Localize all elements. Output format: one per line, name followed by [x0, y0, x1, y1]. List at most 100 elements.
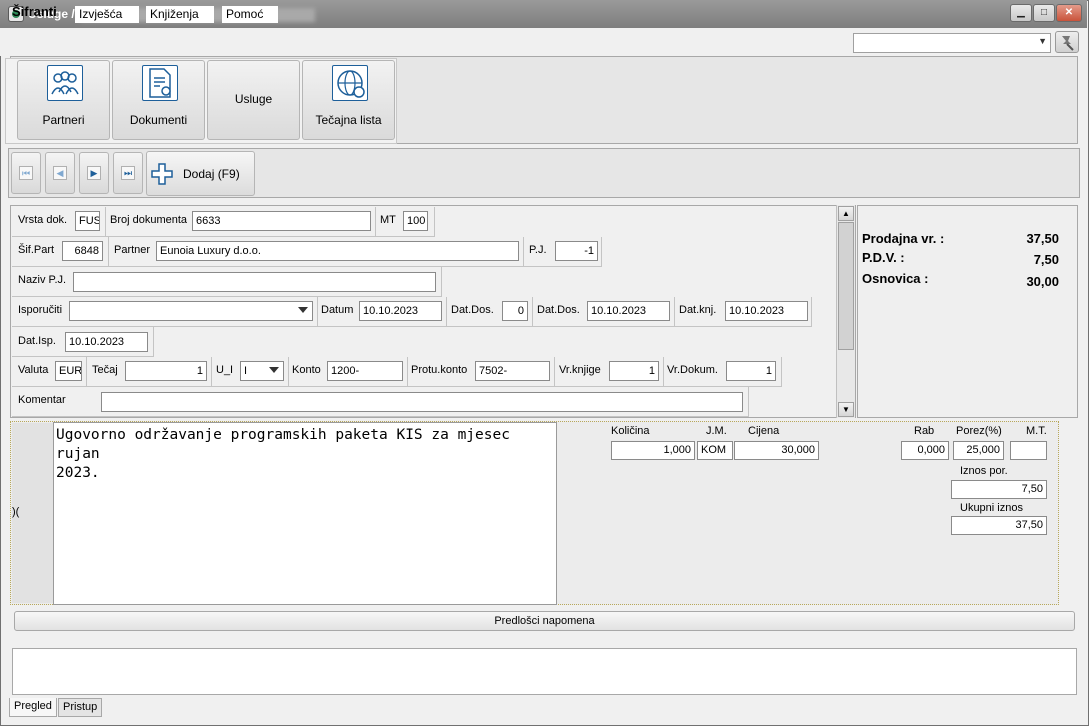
- broj-dokumenta-field[interactable]: 6633: [192, 211, 371, 231]
- usluge-button[interactable]: Usluge: [207, 60, 300, 140]
- osnovica-value: 30,00: [1026, 274, 1059, 289]
- naziv-pj-field[interactable]: [73, 272, 436, 292]
- datum-label: Datum: [321, 304, 354, 316]
- partneri-button[interactable]: Partneri: [17, 60, 110, 140]
- komentar-label: Komentar: [18, 394, 66, 406]
- osnovica-label: Osnovica :: [862, 271, 929, 286]
- protu-konto-label: Protu.konto: [411, 364, 468, 376]
- vr-knjige-label: Vr.knjige: [559, 364, 601, 376]
- vr-dokum-label: Vr.Dokum.: [667, 364, 718, 376]
- pj-field[interactable]: -1: [555, 241, 598, 261]
- jm-field[interactable]: KOM: [697, 441, 733, 460]
- vrsta-dok-label: Vrsta dok.: [18, 214, 68, 226]
- menu-knjizenja[interactable]: Knjiženja: [146, 6, 214, 23]
- dat-isp-label: Dat.Isp.: [18, 335, 56, 347]
- previous-record-button[interactable]: ◀: [45, 152, 75, 194]
- kolicina-header: Količina: [611, 425, 650, 437]
- divider: [407, 357, 408, 387]
- pin-icon: [1062, 36, 1074, 51]
- tecaj-field[interactable]: 1: [125, 361, 207, 381]
- chevron-down-icon: ▼: [1038, 36, 1047, 46]
- maximize-button[interactable]: □: [1033, 4, 1055, 22]
- konto-label: Konto: [292, 364, 321, 376]
- partneri-label: Partneri: [42, 113, 85, 127]
- u-i-dropdown[interactable]: I: [240, 361, 284, 381]
- add-button[interactable]: Dodaj (F9): [146, 151, 255, 196]
- first-icon: ⏮: [19, 166, 33, 180]
- isporuciti-label: Isporučiti: [18, 304, 63, 316]
- divider: [105, 207, 106, 237]
- tecajna-lista-button[interactable]: Tečajna lista: [302, 60, 395, 140]
- predlosci-napomena-button[interactable]: Predlošci napomena: [14, 611, 1075, 631]
- divider: [663, 357, 664, 387]
- tab-pregled[interactable]: Pregled: [9, 698, 57, 717]
- form-scrollbar[interactable]: ▲ ▼: [836, 205, 855, 418]
- dokumenti-button[interactable]: Dokumenti: [112, 60, 205, 140]
- prodajna-label: Prodajna vr. :: [862, 231, 945, 246]
- valuta-field[interactable]: EUR: [55, 361, 82, 381]
- mt-item-field[interactable]: [1010, 441, 1047, 460]
- iznos-por-field: 7,50: [951, 480, 1047, 499]
- scroll-thumb[interactable]: [838, 222, 854, 350]
- search-dropdown[interactable]: ▼: [853, 33, 1051, 53]
- next-record-button[interactable]: ▶: [79, 152, 109, 194]
- divider: [288, 357, 289, 387]
- dat-knj-field[interactable]: 10.10.2023: [725, 301, 808, 321]
- gutter-marker: )(: [12, 506, 20, 518]
- add-button-label: Dodaj (F9): [183, 167, 240, 181]
- previous-icon: ◀: [53, 166, 67, 180]
- kolicina-field[interactable]: 1,000: [611, 441, 695, 460]
- close-button[interactable]: ✕: [1056, 4, 1082, 22]
- datum-field[interactable]: 10.10.2023: [359, 301, 442, 321]
- sif-part-label: Šif.Part: [18, 244, 55, 256]
- protu-konto-field[interactable]: 7502-: [475, 361, 550, 381]
- last-record-button[interactable]: ⏭: [113, 152, 143, 194]
- broj-dok-label: Broj dokumenta: [110, 214, 188, 226]
- chevron-down-icon: [269, 367, 279, 373]
- scroll-down-icon[interactable]: ▼: [838, 402, 854, 417]
- tecaj-label: Tečaj: [92, 364, 118, 376]
- menu-izvjesca[interactable]: Izvješća: [75, 6, 139, 23]
- vrsta-dok-field[interactable]: FUS: [75, 211, 100, 231]
- first-record-button[interactable]: ⏮: [11, 152, 41, 194]
- tecajna-lista-label: Tečajna lista: [315, 113, 382, 127]
- dat-knj-label: Dat.knj.: [679, 304, 717, 316]
- rab-field[interactable]: 0,000: [901, 441, 949, 460]
- sif-part-field[interactable]: 6848: [62, 241, 103, 261]
- pin-button[interactable]: [1055, 31, 1079, 53]
- vr-knjige-field[interactable]: 1: [609, 361, 659, 381]
- dat-isp-field[interactable]: 10.10.2023: [65, 332, 148, 352]
- minimize-button[interactable]: ▁: [1010, 4, 1032, 22]
- iznos-por-label: Iznos por.: [960, 465, 1008, 477]
- cijena-field[interactable]: 30,000: [734, 441, 819, 460]
- jm-header: J.M.: [706, 425, 727, 437]
- dat-dos-2-field[interactable]: 10.10.2023: [587, 301, 670, 321]
- dat-dos-1-field[interactable]: 0: [502, 301, 528, 321]
- mt-field[interactable]: 100: [403, 211, 428, 231]
- usluge-label: Usluge: [234, 92, 273, 106]
- pdv-value: 7,50: [1033, 252, 1059, 267]
- partner-field[interactable]: Eunoia Luxury d.o.o.: [156, 241, 519, 261]
- isporuciti-dropdown[interactable]: [69, 301, 313, 321]
- menu-pomoc[interactable]: Pomoć: [222, 6, 278, 23]
- konto-field[interactable]: 1200-: [327, 361, 403, 381]
- partner-label: Partner: [114, 244, 151, 256]
- komentar-field[interactable]: [101, 392, 743, 412]
- menu-sifranti[interactable]: Šifranti: [8, 3, 61, 20]
- vr-dokum-field[interactable]: 1: [726, 361, 776, 381]
- rab-header: Rab: [914, 425, 935, 437]
- ukupni-iznos-field: 37,50: [951, 516, 1047, 535]
- notes-area[interactable]: [12, 648, 1077, 695]
- scroll-up-icon[interactable]: ▲: [838, 206, 854, 221]
- u-i-label: U_I: [216, 364, 234, 376]
- prodajna-value: 37,50: [1026, 231, 1059, 246]
- u-i-value: I: [244, 365, 248, 377]
- item-description[interactable]: Ugovorno održavanje programskih paketa K…: [53, 422, 557, 605]
- tab-pristup[interactable]: Pristup: [58, 698, 103, 717]
- porez-header: Porez(%): [956, 425, 1002, 437]
- dat-dos-2-label: Dat.Dos.: [537, 304, 580, 316]
- porez-field[interactable]: 25,000: [953, 441, 1004, 460]
- pj-label: P.J.: [529, 244, 547, 256]
- divider: [108, 237, 109, 267]
- dokumenti-label: Dokumenti: [129, 113, 188, 127]
